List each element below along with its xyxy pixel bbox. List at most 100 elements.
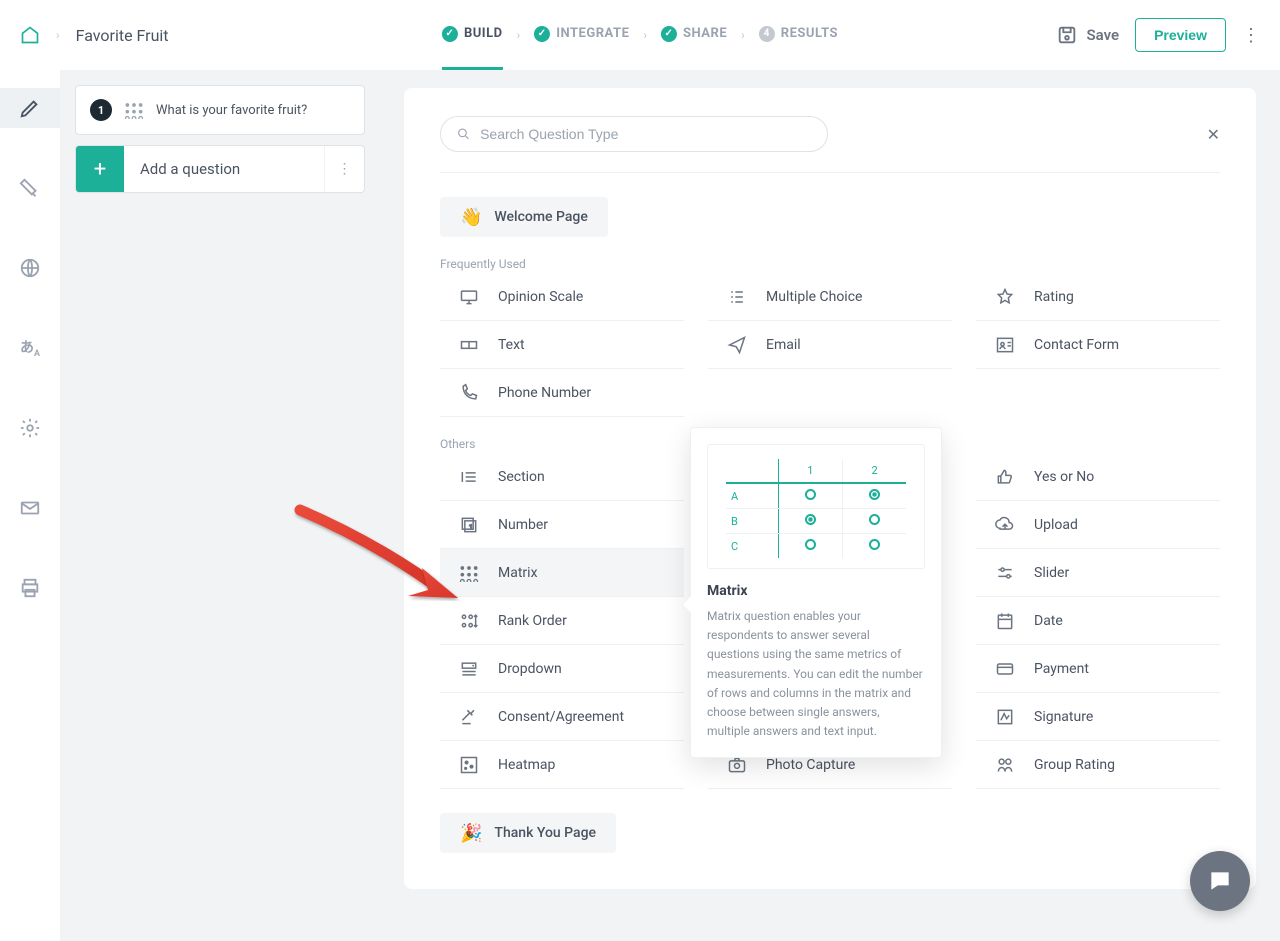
cloud-upload-icon [994, 515, 1016, 535]
type-label: Number [498, 517, 548, 533]
card-icon [994, 659, 1016, 679]
send-icon [726, 335, 748, 355]
type-text[interactable]: Text [440, 321, 684, 369]
save-button[interactable]: Save [1056, 24, 1119, 46]
type-phone-number[interactable]: Phone Number [440, 369, 684, 417]
type-heatmap[interactable]: Heatmap [440, 741, 684, 789]
type-section[interactable]: Section [440, 453, 684, 501]
rail-globe-icon[interactable] [0, 248, 60, 288]
chat-icon [1207, 868, 1233, 894]
welcome-page-item[interactable]: 👋 Welcome Page [440, 197, 608, 237]
thank-you-page-item[interactable]: 🎉 Thank You Page [440, 813, 616, 853]
home-icon[interactable] [20, 25, 40, 45]
type-signature[interactable]: Signature [976, 693, 1220, 741]
phone-icon [458, 383, 480, 403]
type-label: Signature [1034, 709, 1093, 725]
slider-icon [994, 563, 1016, 583]
close-icon[interactable]: ✕ [1207, 125, 1220, 144]
header-actions: Save Preview ⋮ [1056, 18, 1260, 52]
type-label: Rank Order [498, 613, 567, 629]
type-matrix[interactable]: Matrix [440, 549, 684, 597]
type-label: Opinion Scale [498, 289, 583, 305]
rail-mail-icon[interactable] [0, 488, 60, 528]
signature-icon [994, 707, 1016, 727]
list-icon [458, 467, 480, 487]
type-opinion-scale[interactable]: Opinion Scale [440, 273, 684, 321]
type-slider[interactable]: Slider [976, 549, 1220, 597]
party-icon: 🎉 [460, 823, 482, 844]
question-card[interactable]: 1 What is your favorite fruit? [75, 85, 365, 135]
type-label: Phone Number [498, 385, 591, 401]
search-input[interactable] [480, 126, 811, 142]
type-label: Email [766, 337, 801, 353]
welcome-label: Welcome Page [494, 209, 587, 225]
rail-language-icon[interactable]: あA [0, 328, 60, 368]
type-label: Rating [1034, 289, 1074, 305]
monitor-icon [458, 287, 480, 307]
type-rank-order[interactable]: Rank Order [440, 597, 684, 645]
tab-label: BUILD [464, 26, 503, 41]
add-question-more-icon[interactable]: ⋮ [324, 146, 364, 192]
matrix-type-icon [124, 101, 144, 119]
type-upload[interactable]: Upload [976, 501, 1220, 549]
more-menu-icon[interactable]: ⋮ [1242, 25, 1260, 46]
tab-integrate[interactable]: ✓ INTEGRATE [534, 0, 629, 70]
matrix-icon [458, 564, 480, 582]
preview-button[interactable]: Preview [1135, 18, 1226, 52]
tab-share[interactable]: ✓ SHARE [661, 0, 727, 70]
type-date[interactable]: Date [976, 597, 1220, 645]
type-label: Heatmap [498, 757, 555, 773]
add-question-label[interactable]: Add a question [124, 146, 324, 192]
dropdown-icon [458, 659, 480, 679]
add-question-button[interactable]: + [76, 146, 124, 192]
tooltip-title: Matrix [707, 583, 925, 599]
rail-paint-icon[interactable] [0, 168, 60, 208]
type-consent[interactable]: Consent/Agreement [440, 693, 684, 741]
type-multiple-choice[interactable]: Multiple Choice [708, 273, 952, 321]
search-row: ✕ [440, 116, 1220, 152]
type-label: Multiple Choice [766, 289, 862, 305]
rail-design-icon[interactable] [0, 88, 60, 128]
heatmap-icon [458, 755, 480, 775]
chevron-right-icon: › [517, 28, 521, 42]
type-label: Matrix [498, 565, 538, 581]
type-label: Consent/Agreement [498, 709, 624, 725]
rail-print-icon[interactable] [0, 568, 60, 608]
rail-settings-icon[interactable] [0, 408, 60, 448]
chevron-right-icon: › [643, 28, 647, 42]
type-label: Payment [1034, 661, 1089, 677]
matrix-preview-image: 12 A B C [707, 444, 925, 569]
search-question-type[interactable] [440, 116, 828, 152]
check-icon: ✓ [442, 26, 458, 42]
tab-label: INTEGRATE [556, 26, 629, 41]
search-icon [457, 127, 470, 141]
type-dropdown[interactable]: Dropdown [440, 645, 684, 693]
gavel-icon [458, 707, 480, 727]
type-number[interactable]: 1Number [440, 501, 684, 549]
build-steps: ✓ BUILD › ✓ INTEGRATE › ✓ SHARE › 4 RESU… [442, 0, 838, 70]
chevron-right-icon: › [741, 28, 745, 42]
type-yes-or-no[interactable]: Yes or No [976, 453, 1220, 501]
type-label: Slider [1034, 565, 1069, 581]
tab-build[interactable]: ✓ BUILD [442, 0, 503, 70]
type-rating[interactable]: Rating [976, 273, 1220, 321]
side-icon-rail: あA [0, 70, 60, 941]
tab-label: SHARE [683, 26, 727, 41]
type-payment[interactable]: Payment [976, 645, 1220, 693]
text-icon [458, 335, 480, 355]
tab-results[interactable]: 4 RESULTS [759, 0, 838, 70]
question-list-panel: 1 What is your favorite fruit? + Add a q… [75, 85, 365, 193]
type-contact-form[interactable]: Contact Form [976, 321, 1220, 369]
tab-label: RESULTS [781, 26, 838, 41]
type-group-rating[interactable]: Group Rating [976, 741, 1220, 789]
check-icon: ✓ [661, 26, 677, 42]
type-label: Contact Form [1034, 337, 1119, 353]
survey-title[interactable]: Favorite Fruit [76, 26, 169, 45]
type-email[interactable]: Email [708, 321, 952, 369]
check-icon: ✓ [534, 26, 550, 42]
rank-icon [458, 611, 480, 631]
divider [440, 172, 1220, 173]
tooltip-description: Matrix question enables your respondents… [707, 607, 925, 741]
thank-you-label: Thank You Page [494, 825, 596, 841]
chat-bubble-button[interactable] [1190, 851, 1250, 911]
